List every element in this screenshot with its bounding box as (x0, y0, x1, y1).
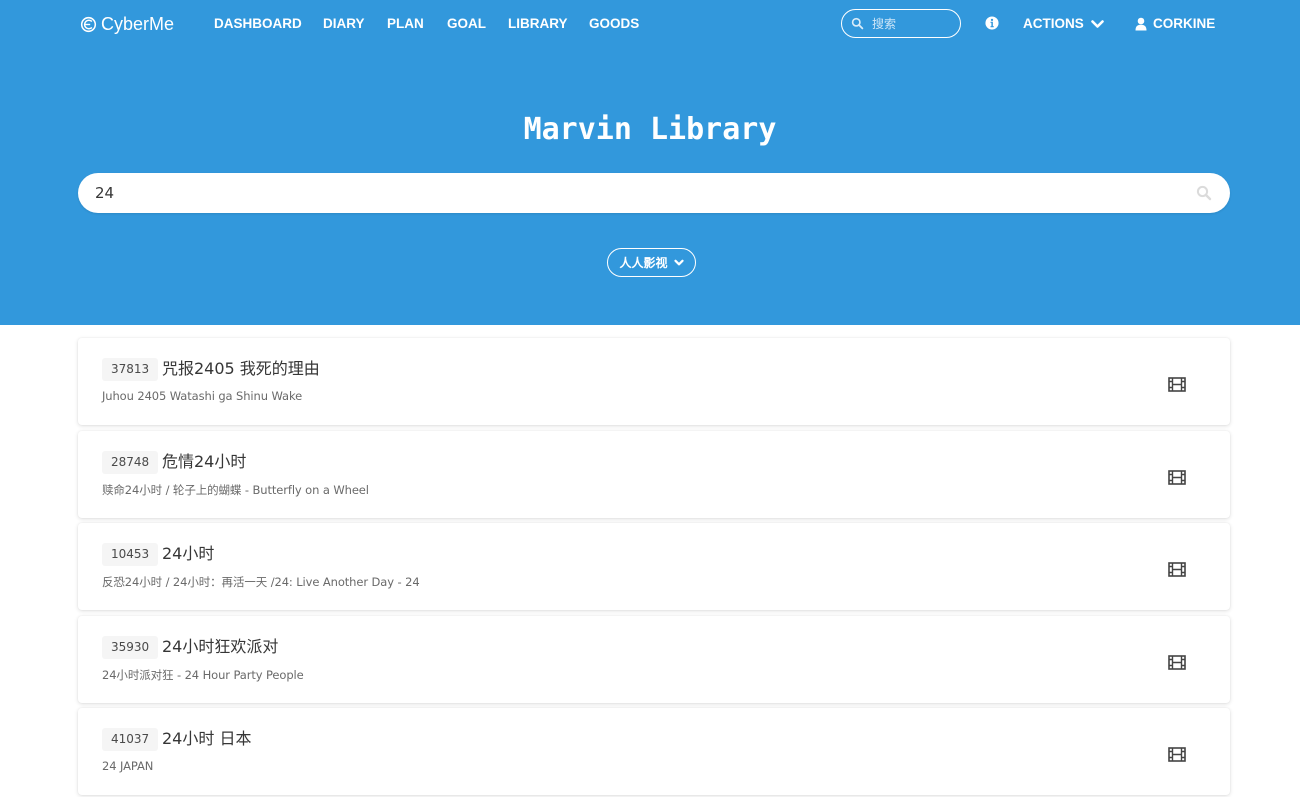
result-subtitle: 24 JAPAN (102, 759, 154, 773)
brand-name: CyberMe (101, 13, 175, 34)
result-subtitle: Juhou 2405 Watashi ga Shinu Wake (102, 389, 303, 403)
film-icon[interactable] (1168, 470, 1186, 485)
main-search-input[interactable] (95, 183, 1185, 203)
nav-diary[interactable]: DIARY (323, 16, 365, 32)
page-title: Marvin Library (523, 112, 777, 147)
chevron-down-icon (673, 259, 684, 265)
result-card[interactable]: 37813 咒报2405 我死的理由 Juhou 2405 Watashi ga… (78, 338, 1230, 425)
film-icon[interactable] (1168, 377, 1186, 392)
result-card[interactable]: 35930 24小时狂欢派对 24小时派对狂 - 24 Hour Party P… (78, 616, 1230, 703)
result-id-tag: 37813 (102, 358, 159, 381)
film-icon[interactable] (1168, 655, 1186, 670)
film-icon[interactable] (1168, 747, 1186, 762)
user-name: CORKINE (1153, 16, 1216, 31)
result-id-tag: 10453 (102, 543, 159, 566)
result-title[interactable]: 24小时 (162, 544, 214, 564)
nav-search (841, 9, 961, 38)
nav-library[interactable]: LIBRARY (508, 16, 568, 32)
result-title[interactable]: 危情24小时 (162, 452, 246, 472)
result-card[interactable]: 10453 24小时 反恐24小时 / 24小时：再活一天 /24: Live … (78, 523, 1230, 610)
actions-dropdown[interactable]: ACTIONS (1023, 16, 1104, 32)
result-title[interactable]: 咒报2405 我死的理由 (162, 359, 320, 379)
chevron-down-icon (1090, 19, 1104, 28)
info-icon[interactable] (985, 16, 999, 30)
result-card[interactable]: 41037 24小时 日本 24 JAPAN (78, 708, 1230, 795)
result-id-tag: 28748 (102, 451, 159, 474)
result-subtitle: 反恐24小时 / 24小时：再活一天 /24: Live Another Day… (102, 575, 420, 589)
result-title[interactable]: 24小时 日本 (162, 729, 251, 749)
result-id-tag: 41037 (102, 728, 159, 751)
nav-plan[interactable]: PLAN (387, 16, 424, 32)
nav-goal[interactable]: GOAL (447, 16, 486, 32)
user-menu[interactable]: CORKINE (1135, 16, 1215, 32)
result-card[interactable]: 28748 危情24小时 赎命24小时 / 轮子上的蝴蝶 - Butterfly… (78, 431, 1230, 518)
main-search (78, 173, 1230, 213)
nav-search-input[interactable] (872, 15, 954, 33)
cyberme-logo-icon (80, 16, 97, 32)
navbar: CyberMe DASHBOARD DIARY PLAN GOAL LIBRAR… (0, 0, 1300, 48)
source-dropdown[interactable]: 人人影视 (607, 248, 696, 277)
result-id-tag: 35930 (102, 636, 159, 659)
actions-label: ACTIONS (1023, 16, 1084, 31)
source-selected-label: 人人影视 (619, 256, 668, 270)
result-title[interactable]: 24小时狂欢派对 (162, 637, 278, 657)
user-icon (1135, 17, 1147, 31)
film-icon[interactable] (1168, 562, 1186, 577)
nav-goods[interactable]: GOODS (589, 16, 639, 32)
search-icon (851, 17, 864, 30)
brand-link[interactable]: CyberMe (80, 12, 174, 36)
result-subtitle: 24小时派对狂 - 24 Hour Party People (102, 668, 304, 682)
search-icon[interactable] (1196, 185, 1212, 201)
nav-dashboard[interactable]: DASHBOARD (214, 16, 302, 32)
result-subtitle: 赎命24小时 / 轮子上的蝴蝶 - Butterfly on a Wheel (102, 483, 369, 497)
